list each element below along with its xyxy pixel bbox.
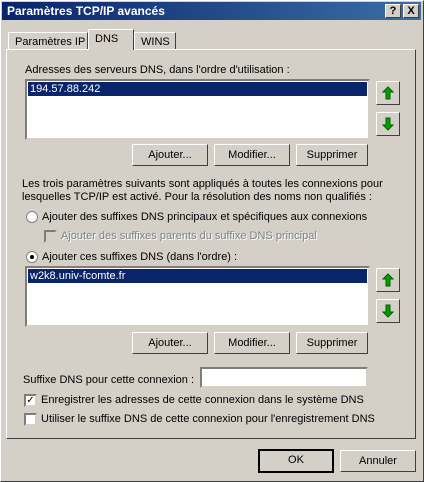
radio-selected-dot [30, 255, 34, 259]
window-title: Paramètres TCP/IP avancés [7, 4, 165, 18]
radio-primary-suffixes-label[interactable]: Ajouter des suffixes DNS principaux et s… [42, 211, 367, 224]
suffix-add-button[interactable]: Ajouter... [132, 332, 208, 354]
tab-wins[interactable]: WINS [134, 32, 176, 50]
checkbox-use-suffix-label[interactable]: Utiliser le suffixe DNS de cette connexi… [41, 413, 375, 426]
connection-suffix-label: Suffixe DNS pour cette connexion : [23, 374, 195, 386]
suffix-delete-button[interactable]: Supprimer [296, 332, 368, 354]
checkbox-parent-suffixes[interactable] [44, 230, 57, 243]
checkbox-register-dns[interactable]: ✓ [24, 394, 37, 407]
down-arrow-icon [382, 304, 394, 318]
suffix-modify-button[interactable]: Modifier... [214, 332, 290, 354]
tab-dns[interactable]: DNS [88, 29, 134, 50]
checkbox-parent-suffixes-label: Ajouter des suffixes parents du suffixe … [61, 230, 317, 242]
dns-move-up-button[interactable] [376, 81, 400, 105]
radio-custom-suffixes-label[interactable]: Ajouter ces suffixes DNS (dans l'ordre) … [42, 251, 237, 264]
up-arrow-icon [382, 273, 394, 287]
list-item[interactable]: 194.57.88.242 [28, 82, 367, 96]
close-button[interactable]: X [403, 4, 419, 18]
description-line-1: Les trois paramètres suivants sont appli… [22, 178, 383, 190]
ok-button[interactable]: OK [258, 449, 334, 473]
dns-servers-label: Adresses des serveurs DNS, dans l'ordre … [25, 64, 290, 76]
title-bar[interactable]: Paramètres TCP/IP avancés ? X [2, 2, 421, 20]
suffix-move-up-button[interactable] [376, 268, 400, 292]
dns-move-down-button[interactable] [376, 112, 400, 136]
description-line-2: lesquelles TCP/IP est activé. Pour la ré… [22, 191, 372, 203]
checkbox-use-suffix[interactable] [24, 413, 37, 426]
cancel-button[interactable]: Annuler [340, 450, 416, 472]
help-button[interactable]: ? [385, 4, 401, 18]
dns-modify-button[interactable]: Modifier... [214, 144, 290, 166]
up-arrow-icon [382, 86, 394, 100]
down-arrow-icon [382, 117, 394, 131]
tab-ip-settings[interactable]: Paramètres IP [8, 32, 88, 50]
dns-suffixes-list[interactable]: w2k8.univ-fcomte.fr [25, 266, 370, 327]
radio-custom-suffixes[interactable] [26, 251, 38, 263]
radio-primary-suffixes[interactable] [26, 211, 38, 223]
dns-add-button[interactable]: Ajouter... [132, 144, 208, 166]
checkbox-register-dns-label[interactable]: Enregistrer les adresses de cette connex… [41, 394, 364, 407]
connection-suffix-input[interactable] [200, 367, 368, 388]
list-item[interactable]: w2k8.univ-fcomte.fr [28, 269, 367, 283]
dns-delete-button[interactable]: Supprimer [296, 144, 368, 166]
dns-servers-list[interactable]: 194.57.88.242 [25, 79, 370, 140]
suffix-move-down-button[interactable] [376, 299, 400, 323]
